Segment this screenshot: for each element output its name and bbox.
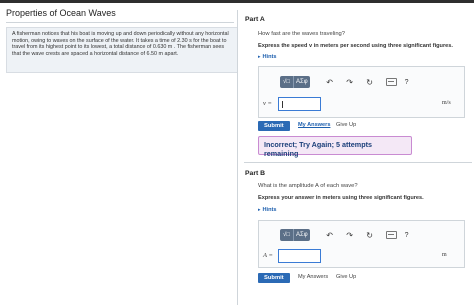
template-button[interactable]: √□: [280, 229, 294, 241]
caret-right-icon: ▸: [258, 54, 261, 60]
part-b-hints-link[interactable]: ▸ Hints: [258, 207, 277, 213]
part-a-instruction: Express the speed v in meters per second…: [258, 43, 453, 49]
part-a-toolbar: √□ ΑΣφ ↶ ↷ ↻ ?: [280, 76, 409, 88]
part-a-give-up-link[interactable]: Give Up: [336, 122, 356, 128]
text-cursor: [282, 101, 283, 108]
part-a-hints-link[interactable]: ▸ Hints: [258, 54, 277, 60]
part-a-hints-label: Hints: [262, 54, 277, 60]
parts-panel: Part A How fast are the waves traveling?…: [244, 0, 472, 305]
part-separator: [244, 162, 472, 163]
part-b-give-up-link[interactable]: Give Up: [336, 274, 356, 280]
part-b-unit: m: [442, 252, 447, 258]
problem-text: A fisherman notices that his boat is mov…: [12, 31, 229, 57]
symbols-button[interactable]: ΑΣφ: [294, 76, 310, 88]
part-b-question: What is the amplitude A of each wave?: [258, 183, 358, 189]
part-b-answer-panel: √□ ΑΣφ ↶ ↷ ↻ ? A = m: [258, 220, 465, 268]
part-b-heading[interactable]: Part B: [245, 170, 265, 177]
help-icon[interactable]: ?: [405, 232, 409, 239]
reset-icon[interactable]: ↻: [364, 229, 376, 241]
feedback-text: Incorrect; Try Again; 5 attempts remaini…: [264, 140, 372, 158]
math-button-group: √□ ΑΣφ: [280, 76, 310, 88]
part-b-answer-input[interactable]: [278, 249, 321, 263]
caret-right-icon: ▸: [258, 207, 261, 213]
part-b-toolbar: √□ ΑΣφ ↶ ↷ ↻ ?: [280, 229, 409, 241]
symbols-button[interactable]: ΑΣφ: [294, 229, 310, 241]
part-a-question: How fast are the waves traveling?: [258, 31, 345, 37]
feedback-banner: Incorrect; Try Again; 5 attempts remaini…: [258, 136, 412, 158]
problem-panel: A fisherman notices that his boat is mov…: [6, 22, 238, 306]
part-a-answer-input[interactable]: [278, 97, 321, 111]
problem-statement-box: A fisherman notices that his boat is mov…: [6, 27, 238, 73]
part-a-submit-button[interactable]: Submit: [258, 121, 290, 131]
template-button[interactable]: √□: [280, 76, 294, 88]
math-button-group: √□ ΑΣφ: [280, 229, 310, 241]
part-b-instruction: Express your answer in meters using thre…: [258, 195, 424, 201]
part-b-hints-label: Hints: [262, 207, 277, 213]
part-a-heading[interactable]: Part A: [245, 16, 265, 23]
part-a-answer-panel: √□ ΑΣφ ↶ ↷ ↻ ? v = m/s: [258, 66, 465, 118]
column-divider: [237, 10, 238, 305]
part-b-my-answers-link[interactable]: My Answers: [298, 274, 328, 280]
reset-icon[interactable]: ↻: [364, 76, 376, 88]
part-a-my-answers-link[interactable]: My Answers: [298, 122, 330, 128]
redo-icon[interactable]: ↷: [344, 76, 356, 88]
part-b-submit-button[interactable]: Submit: [258, 273, 290, 283]
keyboard-icon[interactable]: [385, 231, 397, 239]
undo-icon[interactable]: ↶: [324, 76, 336, 88]
part-b-variable-label: A =: [263, 252, 273, 259]
page-title: Properties of Ocean Waves: [6, 8, 116, 18]
keyboard-icon[interactable]: [385, 78, 397, 86]
redo-icon[interactable]: ↷: [344, 229, 356, 241]
part-a-unit: m/s: [442, 100, 451, 106]
part-a-variable-label: v =: [263, 100, 272, 107]
help-icon[interactable]: ?: [405, 79, 409, 86]
undo-icon[interactable]: ↶: [324, 229, 336, 241]
